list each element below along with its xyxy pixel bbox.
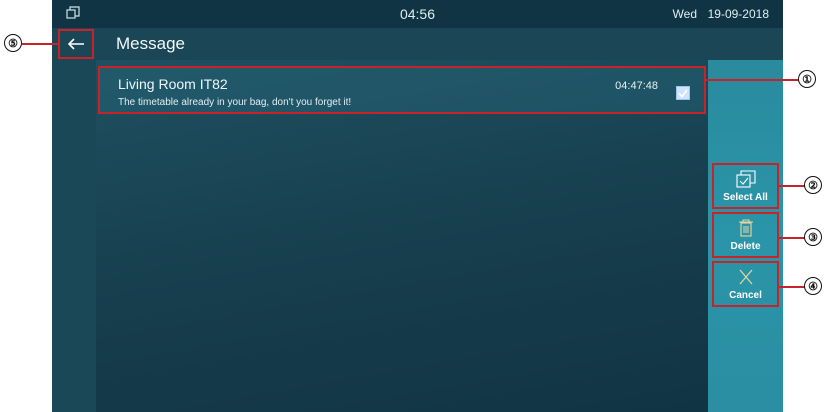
message-text: The timetable already in your bag, don't…: [118, 97, 352, 108]
back-button[interactable]: [58, 29, 94, 59]
callout-4: ④: [804, 277, 822, 295]
callout-5: ⑤: [4, 34, 22, 52]
cancel-label: Cancel: [729, 290, 762, 301]
status-date: 19-09-2018: [707, 7, 769, 21]
page-title: Message: [116, 34, 185, 53]
callout-3: ③: [804, 228, 822, 246]
delete-button[interactable]: Delete: [712, 212, 779, 258]
left-gutter: [52, 60, 96, 412]
status-day: Wed: [672, 7, 697, 21]
callout-5-leader: [22, 43, 58, 45]
select-all-button[interactable]: Select All: [712, 163, 779, 209]
title-bar: Message: [52, 28, 783, 60]
delete-label: Delete: [730, 241, 761, 252]
cancel-button[interactable]: Cancel: [712, 261, 779, 307]
check-icon: [678, 89, 688, 98]
message-checkbox[interactable]: [676, 86, 690, 100]
close-icon: [739, 269, 752, 285]
device-screen: 04:56 Wed 19-09-2018 Message: [52, 0, 783, 412]
callout-1-leader: [705, 79, 799, 81]
select-all-label: Select All: [723, 192, 768, 203]
message-sender: Living Room IT82: [118, 76, 228, 92]
trash-icon: [738, 219, 753, 237]
callout-4-leader: [779, 286, 805, 288]
callout-2: ②: [804, 176, 822, 194]
callout-2-leader: [779, 185, 805, 187]
arrow-left-icon: [67, 38, 84, 50]
select-all-icon: [735, 170, 756, 188]
callout-3-leader: [779, 237, 805, 239]
message-item[interactable]: Living Room IT82 The timetable already i…: [98, 66, 706, 114]
message-time: 04:47:48: [615, 80, 658, 92]
callout-1: ①: [798, 70, 816, 88]
status-bar: 04:56 Wed 19-09-2018: [52, 0, 783, 28]
